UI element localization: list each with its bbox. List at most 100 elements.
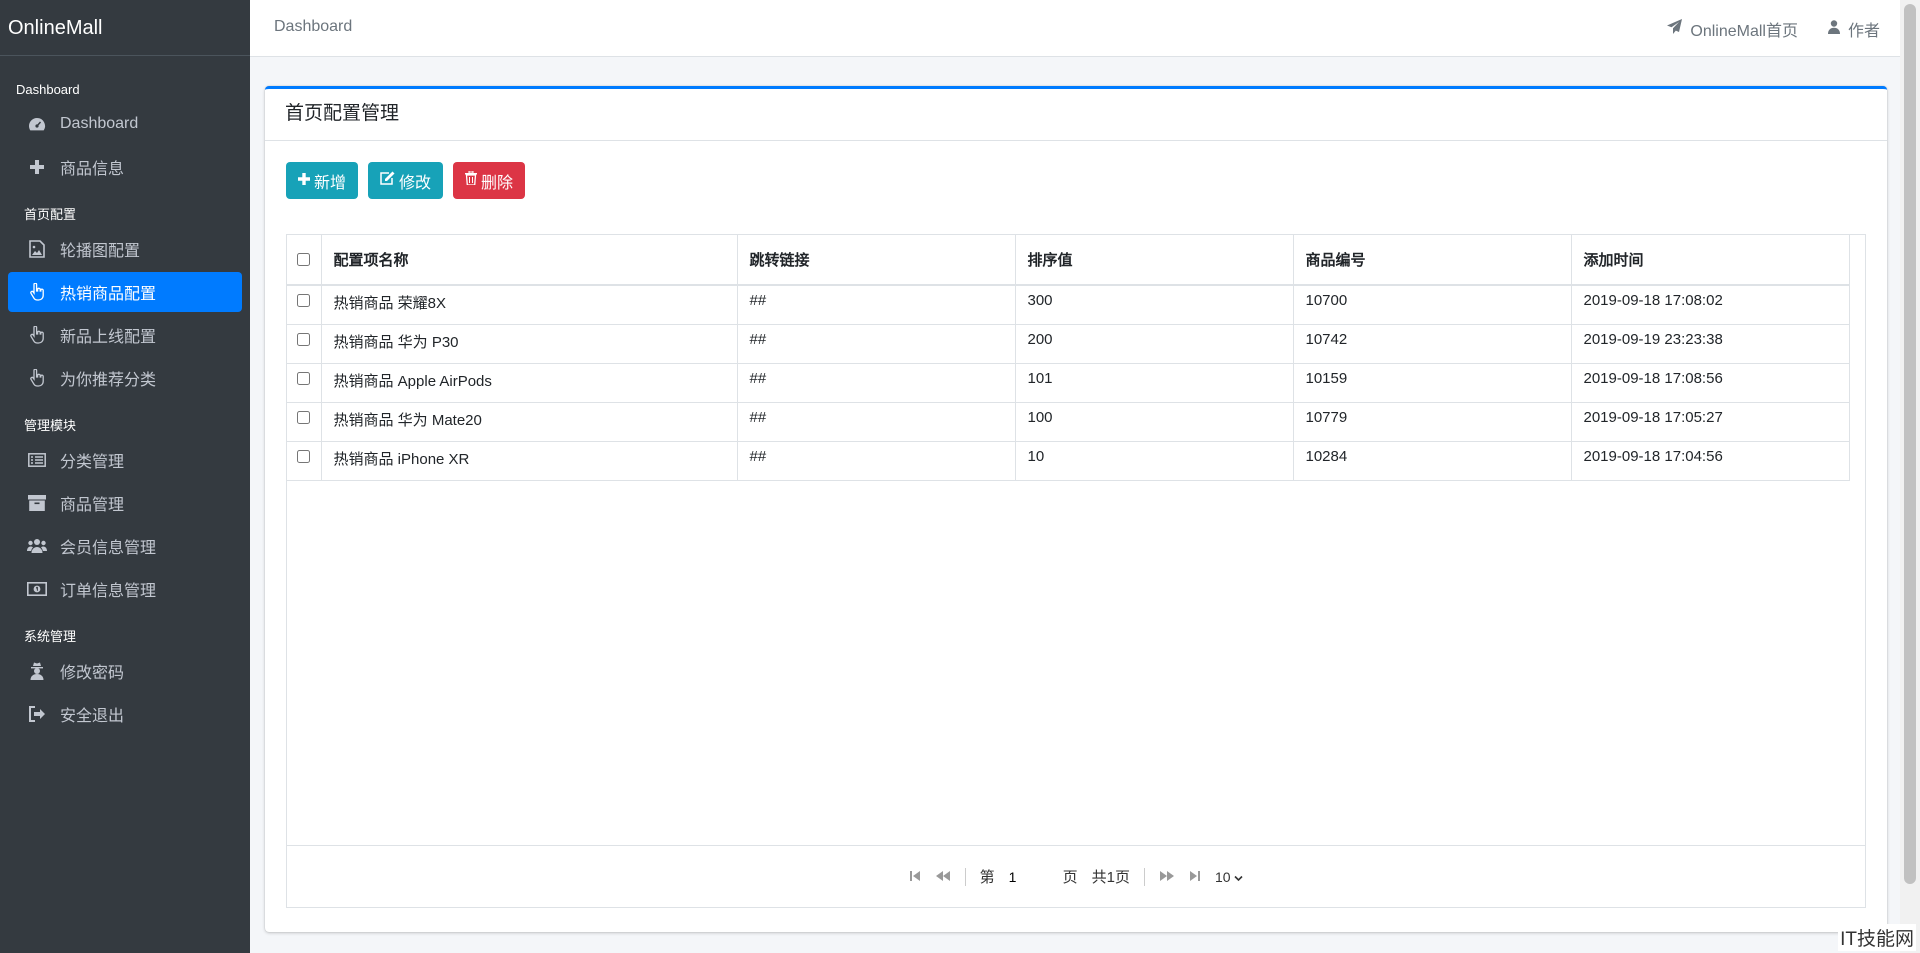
table-row[interactable]: 热销商品 Apple AirPods ## 101 10159 2019-09-… (287, 363, 1850, 403)
row-checkbox[interactable] (297, 371, 311, 385)
cell-create-time: 2019-09-18 17:08:02 (1571, 285, 1850, 325)
row-select-cell (287, 402, 322, 442)
pointer-hand-icon (26, 282, 48, 302)
cell-name: 热销商品 荣耀8X (321, 285, 738, 325)
edit-button[interactable]: 修改 (368, 162, 444, 199)
column-header-create-time[interactable]: 添加时间 (1571, 235, 1850, 286)
row-select-cell (287, 363, 322, 403)
sidebar-item-member-management[interactable]: 会员信息管理 (8, 526, 242, 566)
table-row[interactable]: 热销商品 华为 Mate20 ## 100 10779 2019-09-18 1… (287, 402, 1850, 442)
user-icon (1827, 19, 1840, 39)
row-checkbox[interactable] (297, 410, 311, 424)
cell-link: ## (737, 402, 1016, 442)
sidebar-item-recommend-category[interactable]: 为你推荐分类 (8, 358, 242, 398)
cell-rank: 200 (1015, 324, 1294, 364)
user-secret-icon (26, 661, 48, 681)
sidebar-item-carousel-config[interactable]: 轮播图配置 (8, 229, 242, 269)
toolbar: 新增 修改 删除 (286, 162, 526, 199)
pagination: 第 页 共1页 10 (287, 845, 1865, 907)
column-header-goods-id[interactable]: 商品编号 (1293, 235, 1572, 286)
dashboard-icon (26, 114, 48, 134)
select-all-cell (287, 235, 322, 286)
sidebar-item-label: 订单信息管理 (60, 583, 157, 600)
delete-button[interactable]: 删除 (453, 162, 526, 199)
nav-header-system: 系统管理 (24, 629, 77, 644)
row-checkbox[interactable] (297, 294, 311, 307)
list-icon (26, 450, 48, 470)
sidebar-item-change-password[interactable]: 修改密码 (8, 651, 242, 691)
table-row[interactable]: 热销商品 iPhone XR ## 10 10284 2019-09-18 17… (287, 441, 1850, 481)
cell-create-time: 2019-09-18 17:08:56 (1571, 363, 1850, 403)
cell-create-time: 2019-09-18 17:04:56 (1571, 441, 1850, 481)
sidebar-item-label: Dashboard (60, 115, 139, 132)
column-header-name[interactable]: 配置项名称 (321, 235, 738, 286)
home-link-label: OnlineMall首页 (1690, 23, 1798, 40)
first-page-icon[interactable] (909, 869, 921, 885)
sidebar-item-order-management[interactable]: 订单信息管理 (8, 569, 242, 609)
page-total: 共1页 (1091, 869, 1130, 886)
edit-button-label: 修改 (399, 174, 432, 192)
image-icon (26, 239, 48, 259)
column-header-rank[interactable]: 排序值 (1015, 235, 1294, 286)
row-select-cell (287, 441, 322, 481)
trash-icon (465, 170, 478, 190)
cell-name: 热销商品 Apple AirPods (321, 363, 738, 403)
delete-button-label: 删除 (481, 174, 514, 192)
sidebar-item-label: 分类管理 (60, 454, 125, 471)
sidebar-item-label: 热销商品配置 (60, 286, 157, 303)
paper-plane-icon (1667, 19, 1683, 39)
add-button[interactable]: 新增 (286, 162, 359, 199)
row-select-cell (287, 285, 322, 325)
page-number-input[interactable] (1008, 865, 1049, 888)
plus-icon (26, 157, 48, 177)
prev-page-icon[interactable] (935, 869, 951, 885)
cell-link: ## (737, 285, 1016, 325)
sidebar-item-label: 轮播图配置 (60, 243, 141, 260)
row-checkbox[interactable] (297, 449, 311, 463)
watermark: IT技能网 (1838, 924, 1916, 951)
sidebar-item-new-products-config[interactable]: 新品上线配置 (8, 315, 242, 355)
top-navbar: Dashboard OnlineMall首页 作者 (250, 0, 1900, 57)
plus-icon (298, 172, 310, 190)
sidebar-item-label: 安全退出 (60, 708, 125, 725)
sidebar-item-product-info[interactable]: 商品信息 (8, 147, 242, 187)
sidebar-item-product-management[interactable]: 商品管理 (8, 483, 242, 523)
table-row[interactable]: 热销商品 华为 P30 ## 200 10742 2019-09-19 23:2… (287, 324, 1850, 364)
sidebar-item-label: 会员信息管理 (60, 540, 157, 557)
users-icon (26, 536, 48, 556)
sidebar: OnlineMall Dashboard Dashboard 商品信息 首页配置… (0, 0, 250, 953)
nav-header-management: 管理模块 (24, 418, 77, 433)
cell-goods-id: 10742 (1293, 324, 1572, 364)
page-scrollbar[interactable] (1900, 0, 1920, 953)
column-header-link[interactable]: 跳转链接 (737, 235, 1016, 286)
brand-logo[interactable]: OnlineMall (0, 0, 250, 56)
scrollbar-thumb[interactable] (1904, 4, 1916, 884)
sidebar-item-category-management[interactable]: 分类管理 (8, 440, 242, 480)
select-all-checkbox[interactable] (297, 253, 311, 266)
sidebar-item-logout[interactable]: 安全退出 (8, 694, 242, 734)
sidebar-item-label: 为你推荐分类 (60, 372, 157, 389)
table-row[interactable]: 热销商品 荣耀8X ## 300 10700 2019-09-18 17:08:… (287, 285, 1850, 325)
page-title: 首页配置管理 (265, 89, 1887, 141)
cell-link: ## (737, 441, 1016, 481)
config-card: 首页配置管理 新增 修改 删除 配置项名称 跳转链接 排序值 商品编号 添加时间… (265, 86, 1887, 932)
sidebar-item-hot-products-config[interactable]: 热销商品配置 (8, 272, 242, 312)
sidebar-item-label: 新品上线配置 (60, 329, 157, 346)
money-icon (26, 579, 48, 599)
row-checkbox[interactable] (297, 332, 311, 346)
home-link[interactable]: OnlineMall首页 (1667, 17, 1798, 41)
sidebar-item-dashboard[interactable]: Dashboard (8, 104, 242, 144)
next-page-icon[interactable] (1159, 869, 1175, 885)
cell-goods-id: 10700 (1293, 285, 1572, 325)
breadcrumb[interactable]: Dashboard (274, 18, 352, 36)
author-link[interactable]: 作者 (1827, 17, 1880, 41)
data-grid: 配置项名称 跳转链接 排序值 商品编号 添加时间 热销商品 荣耀8X ## 30… (286, 234, 1866, 908)
page-size-select[interactable]: 10 (1215, 869, 1243, 885)
pager-divider (1143, 867, 1145, 886)
page-suffix: 页 (1062, 869, 1078, 886)
last-page-icon[interactable] (1189, 869, 1201, 885)
cell-goods-id: 10159 (1293, 363, 1572, 403)
row-select-cell (287, 324, 322, 364)
cell-name: 热销商品 华为 P30 (321, 324, 738, 364)
page-size-value: 10 (1214, 868, 1231, 885)
